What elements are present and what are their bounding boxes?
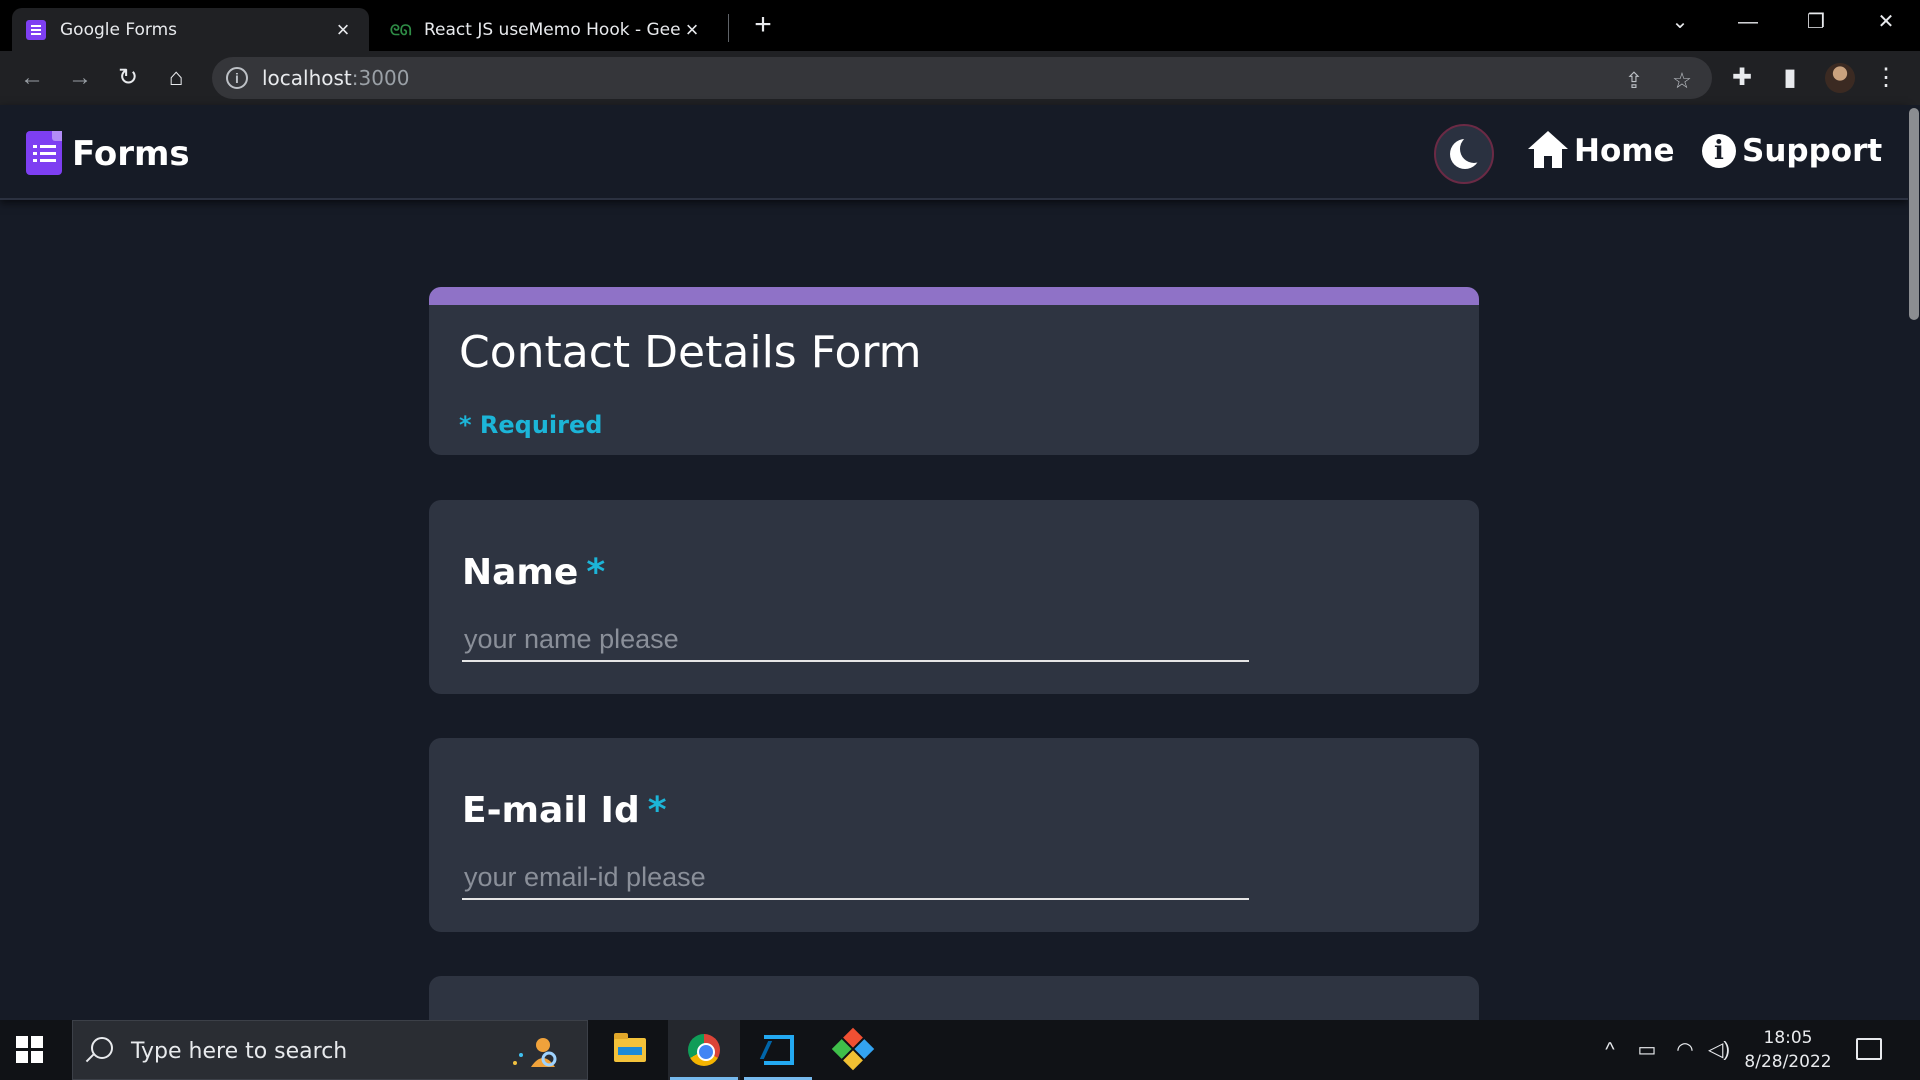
question-label: E-mail Id * (462, 790, 667, 831)
form-header-card: Contact Details Form * Required (429, 287, 1479, 455)
file-explorer-app[interactable] (592, 1020, 664, 1080)
tab-title: Google Forms (60, 19, 178, 40)
site-info-icon[interactable]: i (226, 67, 248, 89)
bookmark-star-icon[interactable]: ☆ (1667, 66, 1697, 96)
profile-avatar[interactable] (1825, 63, 1855, 93)
chrome-app[interactable] (668, 1020, 740, 1080)
required-star: * (647, 790, 667, 831)
info-circle-icon: i (1702, 134, 1736, 168)
google-forms-icon (26, 19, 46, 40)
taskbar-search-box[interactable]: Type here to search (72, 1020, 588, 1080)
browser-toolbar: ← → ↻ ⌂ i localhost:3000 ⇪ ☆ ✚ ▮ ⋮ (0, 51, 1920, 105)
tab-google-forms[interactable]: Google Forms × (12, 8, 369, 51)
tab-search-chevron-icon[interactable]: ⌄ (1646, 0, 1714, 44)
required-note: * Required (459, 411, 603, 439)
vscode-app[interactable] (742, 1020, 814, 1080)
form-accent-bar (429, 287, 1479, 305)
back-button[interactable]: ← (14, 60, 50, 96)
volume-icon[interactable]: ◁) (1702, 1020, 1736, 1080)
notification-center-icon[interactable] (1856, 1038, 1882, 1060)
brand-title[interactable]: Forms (72, 134, 190, 174)
menu-kebab-icon[interactable]: ⋮ (1870, 62, 1902, 94)
git-app[interactable] (816, 1020, 888, 1080)
forward-button[interactable]: → (62, 60, 98, 96)
battery-icon[interactable]: ▭ (1630, 1020, 1664, 1080)
close-icon[interactable]: × (680, 17, 704, 43)
git-icon (831, 1027, 875, 1071)
question-card-name: Name * (429, 500, 1479, 694)
question-label-text: E-mail Id (462, 790, 640, 831)
taskbar-search-placeholder: Type here to search (131, 1039, 348, 1064)
clock-date: 8/28/2022 (1744, 1052, 1832, 1072)
theme-toggle-button[interactable] (1434, 124, 1494, 184)
nav-support-label: Support (1742, 133, 1883, 169)
minimize-button[interactable]: — (1714, 0, 1782, 44)
home-icon (1528, 131, 1568, 171)
tab-title: React JS useMemo Hook - GeeksforGeeks (424, 19, 680, 40)
vscode-icon (759, 1035, 794, 1065)
search-icon (91, 1037, 113, 1059)
question-label-text: Name (462, 552, 579, 593)
window-close-button[interactable]: ✕ (1852, 0, 1920, 44)
windows-start-icon[interactable] (16, 1036, 44, 1064)
wifi-icon[interactable]: ◠ (1668, 1020, 1702, 1080)
tray-chevron-up-icon[interactable]: ^ (1594, 1020, 1626, 1080)
nav-support-link[interactable]: i Support (1702, 130, 1882, 172)
folder-icon (614, 1033, 646, 1062)
share-icon[interactable]: ⇪ (1619, 66, 1649, 96)
url-host: localhost (262, 66, 352, 90)
tab-geeksforgeeks[interactable]: ᘓᘏ React JS useMemo Hook - GeeksforGeeks… (376, 8, 718, 51)
restore-button[interactable]: ❐ (1782, 0, 1850, 44)
required-star: * (586, 552, 606, 593)
nav-home-label: Home (1574, 133, 1675, 169)
url-text: localhost:3000 (262, 66, 409, 90)
form-title: Contact Details Form (459, 327, 922, 378)
browser-tab-strip: Google Forms × ᘓᘏ React JS useMemo Hook … (0, 0, 1920, 51)
chrome-icon (688, 1034, 720, 1066)
nav-home-link[interactable]: Home (1528, 130, 1675, 172)
new-tab-button[interactable]: + (748, 10, 778, 40)
home-button[interactable]: ⌂ (158, 60, 194, 96)
question-card-email: E-mail Id * (429, 738, 1479, 932)
page-scrollbar-thumb[interactable] (1909, 108, 1919, 320)
close-icon[interactable]: × (331, 17, 355, 43)
reload-button[interactable]: ↻ (110, 60, 146, 96)
forms-logo-icon[interactable] (26, 131, 62, 175)
email-input[interactable] (462, 856, 1249, 900)
moon-icon (1450, 135, 1488, 169)
geeksforgeeks-icon: ᘓᘏ (390, 21, 412, 38)
taskbar-clock[interactable]: 18:05 8/28/2022 (1740, 1026, 1836, 1074)
clock-time: 18:05 (1763, 1028, 1813, 1048)
name-input[interactable] (462, 618, 1249, 662)
search-highlight-icon (513, 1038, 557, 1067)
windows-taskbar: Type here to search ^ ▭ ◠ ◁) 18:05 8/28/… (0, 1020, 1920, 1080)
tab-separator (728, 14, 729, 42)
extensions-puzzle-icon[interactable]: ✚ (1726, 62, 1758, 94)
url-port: :3000 (351, 66, 410, 90)
app-navbar: Forms Home i Support (0, 105, 1908, 200)
side-panel-icon[interactable]: ▮ (1774, 62, 1806, 94)
address-bar[interactable]: i localhost:3000 ⇪ ☆ (212, 57, 1712, 99)
question-label: Name * (462, 552, 605, 593)
